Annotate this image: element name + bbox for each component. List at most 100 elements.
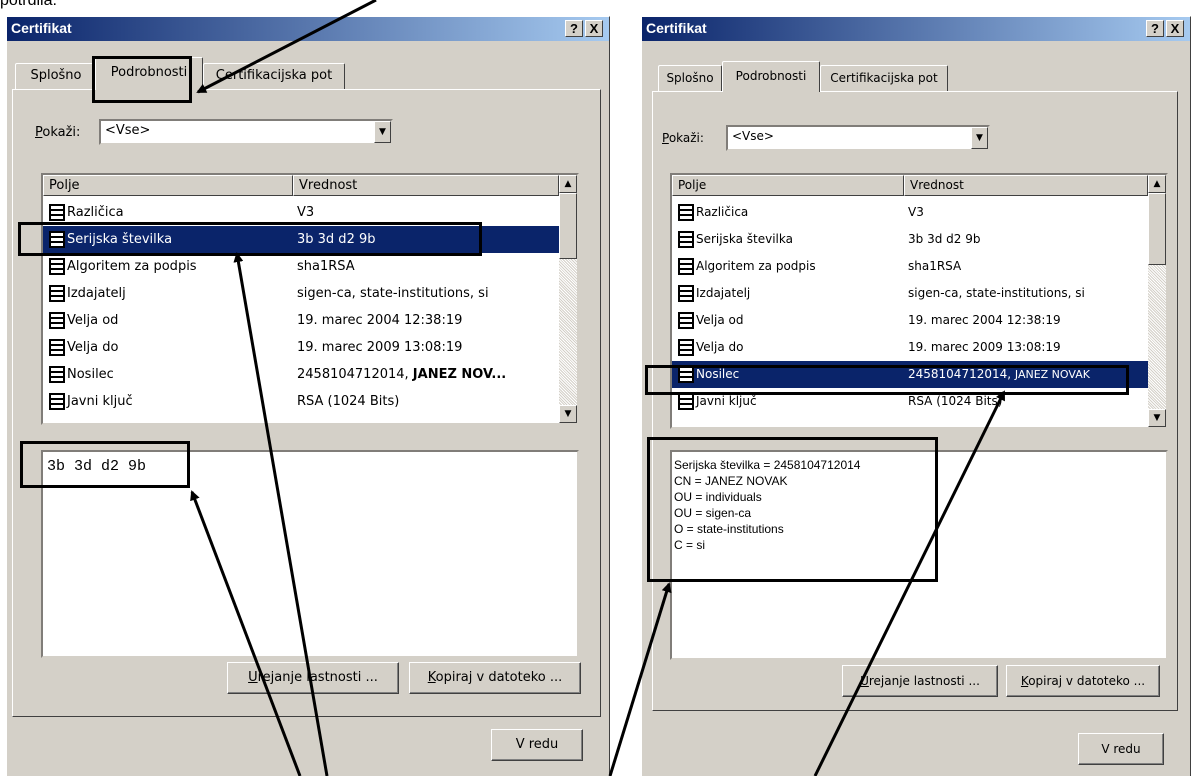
field-name: Javni ključ: [67, 394, 133, 409]
tab-details[interactable]: Podrobnosti: [722, 61, 820, 92]
field-value: sigen-ca, state-institutions, si: [908, 286, 1085, 300]
tab-certification-path[interactable]: Certifikacijska pot: [820, 65, 948, 91]
scroll-down-icon[interactable]: ▼: [559, 405, 577, 423]
scroll-down-icon[interactable]: ▼: [1148, 409, 1166, 427]
field-value: 2458104712014, JANEZ NOVAK: [908, 361, 1090, 388]
column-header-field[interactable]: Polje: [672, 175, 904, 196]
show-label: Pokaži:: [662, 131, 704, 145]
field-icon: [678, 312, 694, 329]
title-bar: Certifikat ? X: [642, 17, 1190, 41]
field-icon: [678, 258, 694, 275]
field-icon: [49, 312, 65, 329]
field-name: Nosilec: [67, 367, 114, 382]
detail-line: CN = JANEZ NOVAK: [674, 474, 788, 488]
vertical-scrollbar[interactable]: ▲ ▼: [559, 175, 577, 423]
tab-label: Podrobnosti: [110, 65, 188, 80]
tab-label: Splošno: [30, 68, 82, 83]
field-icon: [49, 285, 65, 302]
table-row[interactable]: Javni ključ RSA (1024 Bits): [672, 388, 1148, 415]
column-header-field[interactable]: Polje: [43, 175, 293, 196]
list-header: Polje Vrednost: [672, 175, 1148, 196]
tab-general[interactable]: Splošno: [658, 65, 722, 91]
tab-label: Certifikacijska pot: [830, 71, 938, 85]
field-value: 19. marec 2004 12:38:19: [297, 313, 463, 328]
table-row[interactable]: Javni ključ RSA (1024 Bits): [43, 388, 559, 415]
help-button[interactable]: ?: [1146, 20, 1164, 37]
show-dropdown-value: <Vse>: [105, 123, 151, 138]
field-value: RSA (1024 Bits): [297, 394, 400, 409]
table-row[interactable]: Algoritem za podpis sha1RSA: [672, 253, 1148, 280]
table-row[interactable]: Različica V3: [43, 199, 559, 226]
ok-button[interactable]: V redu: [491, 729, 583, 761]
field-icon: [49, 231, 65, 248]
edit-properties-button[interactable]: Urejanje lastnosti ...: [227, 662, 399, 694]
field-icon: [678, 204, 694, 221]
field-value: RSA (1024 Bits): [908, 394, 1003, 408]
tab-label: Splošno: [666, 71, 714, 85]
vertical-scrollbar[interactable]: ▲ ▼: [1148, 175, 1166, 427]
field-name: Algoritem za podpis: [696, 259, 816, 273]
table-row[interactable]: Nosilec 2458104712014, JANEZ NOVAK: [672, 361, 1148, 388]
show-label: Pokaži:: [35, 125, 81, 140]
detail-text: 3b 3d d2 9b: [47, 458, 147, 475]
scroll-up-icon[interactable]: ▲: [1148, 175, 1166, 193]
detail-box[interactable]: 3b 3d d2 9b: [41, 450, 579, 658]
table-row[interactable]: Velja od 19. marec 2004 12:38:19: [672, 307, 1148, 334]
field-value-name: JANEZ NOV...: [412, 367, 507, 382]
detail-box[interactable]: Serijska številka = 2458104712014 CN = JA…: [670, 450, 1168, 660]
chevron-down-icon[interactable]: ▼: [374, 121, 391, 143]
table-row[interactable]: Velja do 19. marec 2009 13:08:19: [43, 334, 559, 361]
show-dropdown[interactable]: <Vse> ▼: [99, 119, 393, 145]
column-header-value[interactable]: Vrednost: [904, 175, 1148, 196]
field-value-name: JANEZ NOVAK: [1014, 368, 1090, 381]
field-icon: [49, 393, 65, 410]
table-row[interactable]: Algoritem za podpis sha1RSA: [43, 253, 559, 280]
scroll-up-icon[interactable]: ▲: [559, 175, 577, 193]
table-row[interactable]: Izdajatelj sigen-ca, state-institutions, …: [672, 280, 1148, 307]
copy-to-file-button[interactable]: Kopiraj v datoteko ...: [409, 662, 581, 694]
list-header: Polje Vrednost: [43, 175, 559, 196]
field-name: Serijska številka: [696, 232, 793, 246]
table-row[interactable]: Različica V3: [672, 199, 1148, 226]
field-value: V3: [297, 205, 315, 220]
table-row[interactable]: Izdajatelj sigen-ca, state-institutions, …: [43, 280, 559, 307]
certificate-dialog-left: Certifikat ? X Splošno Podrobnosti Certi…: [6, 16, 610, 776]
table-row[interactable]: Velja od 19. marec 2004 12:38:19: [43, 307, 559, 334]
field-name: Velja do: [67, 340, 119, 355]
title-bar: Certifikat ? X: [7, 17, 609, 41]
field-value: 2458104712014, JANEZ NOV...: [297, 361, 506, 388]
table-row[interactable]: Serijska številka 3b 3d d2 9b: [672, 226, 1148, 253]
detail-line: C = si: [674, 538, 706, 552]
scroll-thumb[interactable]: [1148, 193, 1166, 265]
field-value: sha1RSA: [908, 259, 962, 273]
table-row[interactable]: Nosilec 2458104712014, JANEZ NOV...: [43, 361, 559, 388]
field-name: Algoritem za podpis: [67, 259, 197, 274]
show-dropdown[interactable]: <Vse> ▼: [726, 125, 990, 151]
detail-line: OU = sigen-ca: [674, 506, 752, 520]
tab-certification-path[interactable]: Certifikacijska pot: [203, 63, 345, 89]
tab-details[interactable]: Podrobnosti: [95, 57, 203, 90]
field-name: Javni ključ: [696, 394, 757, 408]
scroll-thumb[interactable]: [559, 193, 577, 259]
table-row[interactable]: Velja do 19. marec 2009 13:08:19: [672, 334, 1148, 361]
field-icon: [678, 366, 694, 383]
close-button[interactable]: X: [1166, 20, 1184, 37]
field-value: V3: [908, 205, 924, 219]
help-button[interactable]: ?: [565, 20, 583, 37]
table-row[interactable]: Serijska številka 3b 3d d2 9b: [43, 226, 559, 253]
field-name: Različica: [67, 205, 124, 220]
detail-line: OU = individuals: [674, 490, 762, 504]
edit-properties-button[interactable]: Urejanje lastnosti ...: [842, 665, 998, 697]
close-button[interactable]: X: [585, 20, 603, 37]
page-text-fragment: potrdila.: [0, 0, 57, 9]
tab-general[interactable]: Splošno: [15, 63, 97, 89]
dialog-title: Certifikat: [646, 20, 707, 36]
fields-list[interactable]: Polje Vrednost Različica V3 Serijska števi…: [670, 173, 1168, 429]
field-name: Različica: [696, 205, 749, 219]
copy-to-file-button[interactable]: Kopiraj v datoteko ...: [1006, 665, 1160, 697]
chevron-down-icon[interactable]: ▼: [971, 127, 988, 149]
column-header-value[interactable]: Vrednost: [293, 175, 559, 196]
fields-list[interactable]: Polje Vrednost Različica V3 Serijska števi…: [41, 173, 579, 425]
ok-button[interactable]: V redu: [1078, 733, 1164, 765]
field-value: 3b 3d d2 9b: [908, 232, 981, 246]
